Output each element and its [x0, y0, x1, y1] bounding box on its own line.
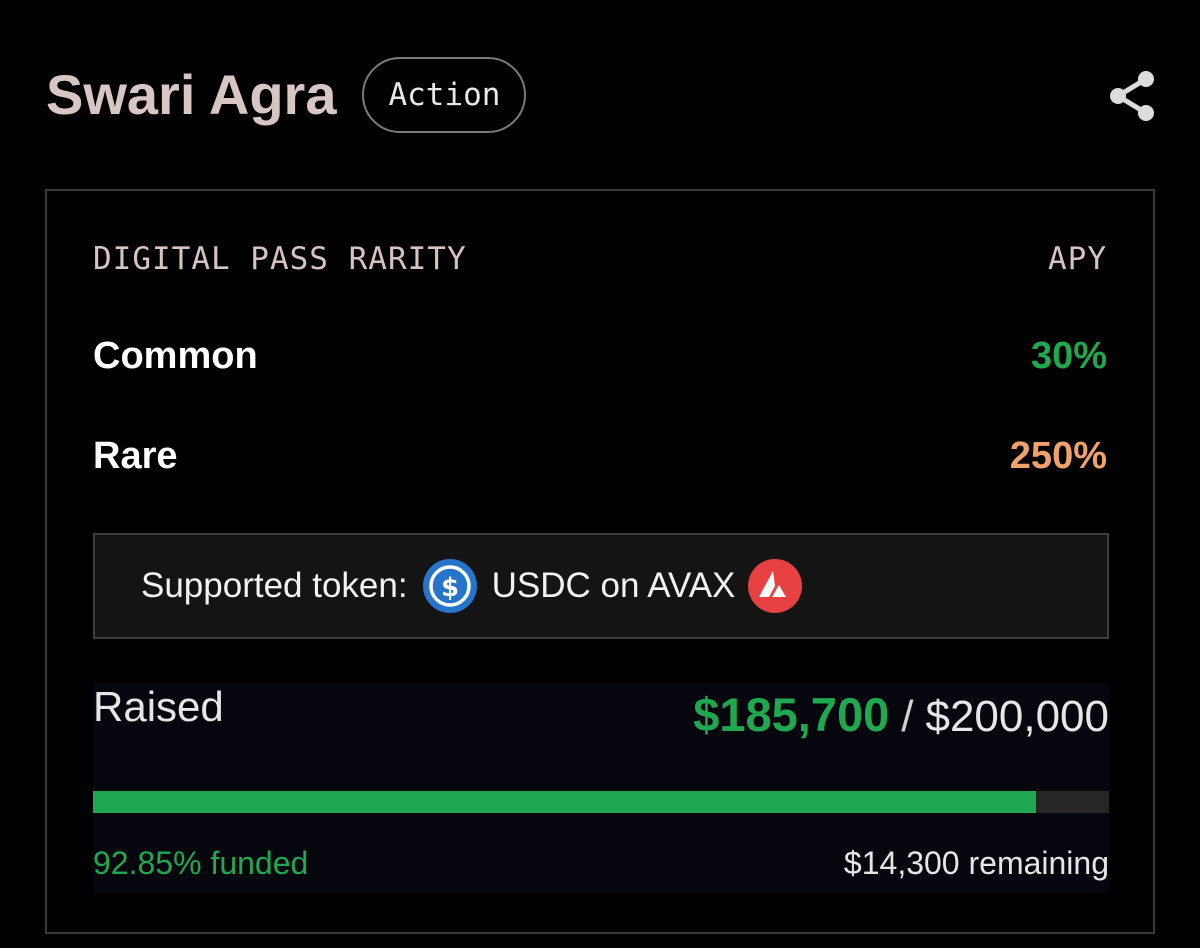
supported-token-box: Supported token: $ USDC on AVAX	[93, 533, 1109, 639]
tier-apy: 30%	[1030, 334, 1107, 377]
rarity-table-header: DIGITAL PASS RARITY APY	[93, 239, 1107, 279]
tier-name: Common	[93, 334, 258, 377]
tier-row-common: Common 30%	[93, 331, 1107, 381]
raised-label: Raised	[93, 683, 224, 730]
category-badge[interactable]: Action	[362, 57, 527, 133]
supported-token-name: USDC on AVAX	[491, 566, 736, 605]
usdc-icon: $	[422, 559, 477, 613]
tier-row-rare: Rare 250%	[93, 431, 1107, 481]
svg-text:$: $	[441, 573, 459, 603]
share-icon	[1110, 71, 1154, 121]
rarity-card: DIGITAL PASS RARITY APY Common 30% Rare …	[45, 189, 1155, 934]
tier-name: Rare	[93, 434, 178, 477]
raised-amount: $185,700 / $200,000	[693, 687, 1109, 742]
raised-current-amount: $185,700	[693, 688, 890, 741]
raised-separator: /	[901, 692, 914, 741]
share-button[interactable]	[1108, 70, 1156, 122]
rarity-column-label: DIGITAL PASS RARITY	[93, 241, 467, 277]
raised-goal-amount: $200,000	[925, 692, 1109, 741]
tier-apy: 250%	[1009, 434, 1107, 477]
apy-column-label: APY	[1048, 241, 1107, 277]
funding-progress-bar	[93, 791, 1109, 813]
supported-token-label: Supported token:	[141, 566, 408, 605]
funded-percent-text: 92.85% funded	[93, 845, 309, 881]
funding-progress-fill	[93, 791, 1037, 813]
page-title: Swari Agra	[46, 63, 337, 126]
avax-icon	[748, 559, 803, 613]
page-header: Swari Agra Action	[46, 56, 1156, 134]
funding-progress-section: Raised $185,700 / $200,000 92.85% funded…	[93, 683, 1109, 893]
remaining-amount-text: $14,300 remaining	[843, 845, 1109, 881]
